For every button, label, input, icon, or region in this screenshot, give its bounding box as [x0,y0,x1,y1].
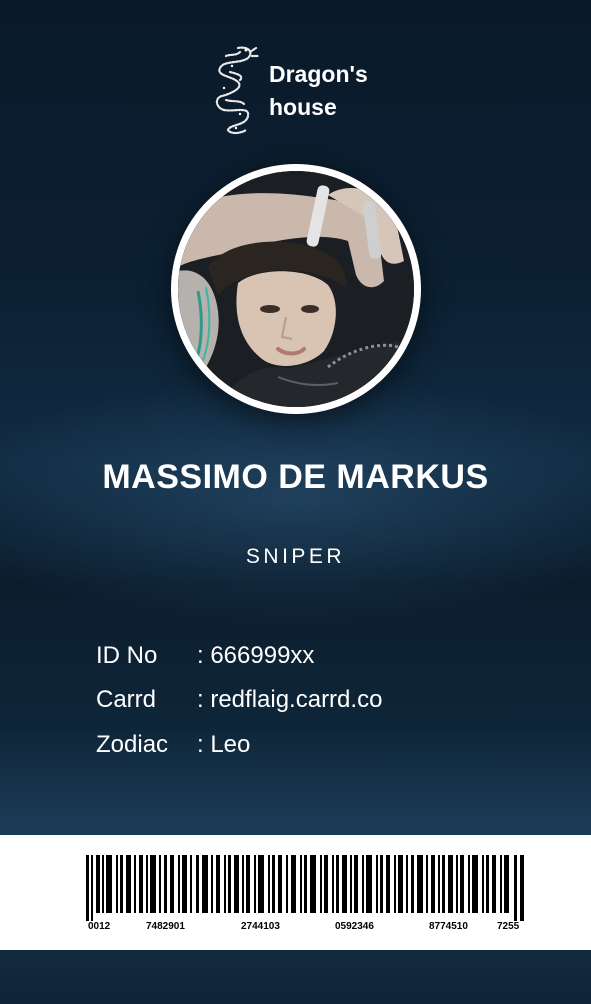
profile-photo [178,171,414,407]
logo-text: Dragon's house [269,58,368,124]
barcode-number: 0592346 [335,921,374,932]
person-role: SNIPER [245,545,346,568]
info-value-zodiac: : Leo [197,731,251,758]
logo: Dragon's house [210,42,410,136]
person-name: MASSIMO DE MARKUS [102,458,489,496]
barcode-number: 7482901 [146,921,185,932]
logo-line-2: house [269,94,337,120]
barcode-number: 2744103 [241,921,280,932]
dragon-icon [215,46,260,135]
info-value-carrd: : redflaig.carrd.co [197,686,383,713]
avatar [178,171,414,407]
info-label-id: ID No [96,642,158,669]
barcode-number: 0012 [88,921,111,932]
barcode-number: 8774510 [429,921,468,932]
barcode-strip: 0012 7482901 2744103 0592346 8774510 725… [0,835,591,950]
info-label-carrd: Carrd [96,686,157,713]
info-label-zodiac: Zodiac [96,731,169,758]
barcode-numbers: 0012 7482901 2744103 0592346 8774510 725… [86,921,524,935]
avatar-frame [171,164,421,414]
barcode [86,855,524,921]
logo-line-1: Dragon's [269,61,368,87]
info-value-id: : 666999xx [197,642,315,669]
barcode-number: 7255 [497,921,520,932]
